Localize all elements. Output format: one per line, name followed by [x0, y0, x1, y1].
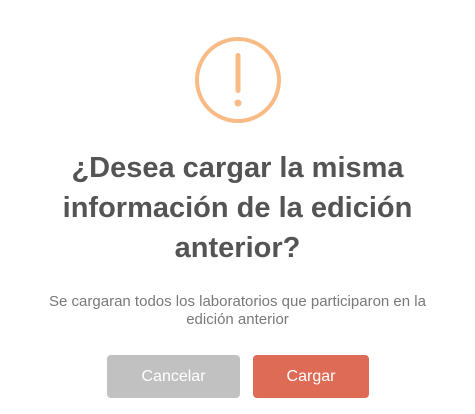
- dialog-message: Se cargaran todos los laboratorios que p…: [49, 293, 426, 328]
- warning-icon: [195, 37, 281, 123]
- cancel-button[interactable]: Cancelar: [107, 355, 240, 398]
- dialog-title: ¿Desea cargar la misma información de la…: [62, 152, 413, 264]
- confirm-dialog: ¿Desea cargar la misma información de la…: [0, 0, 475, 414]
- confirm-button[interactable]: Cargar: [253, 355, 369, 398]
